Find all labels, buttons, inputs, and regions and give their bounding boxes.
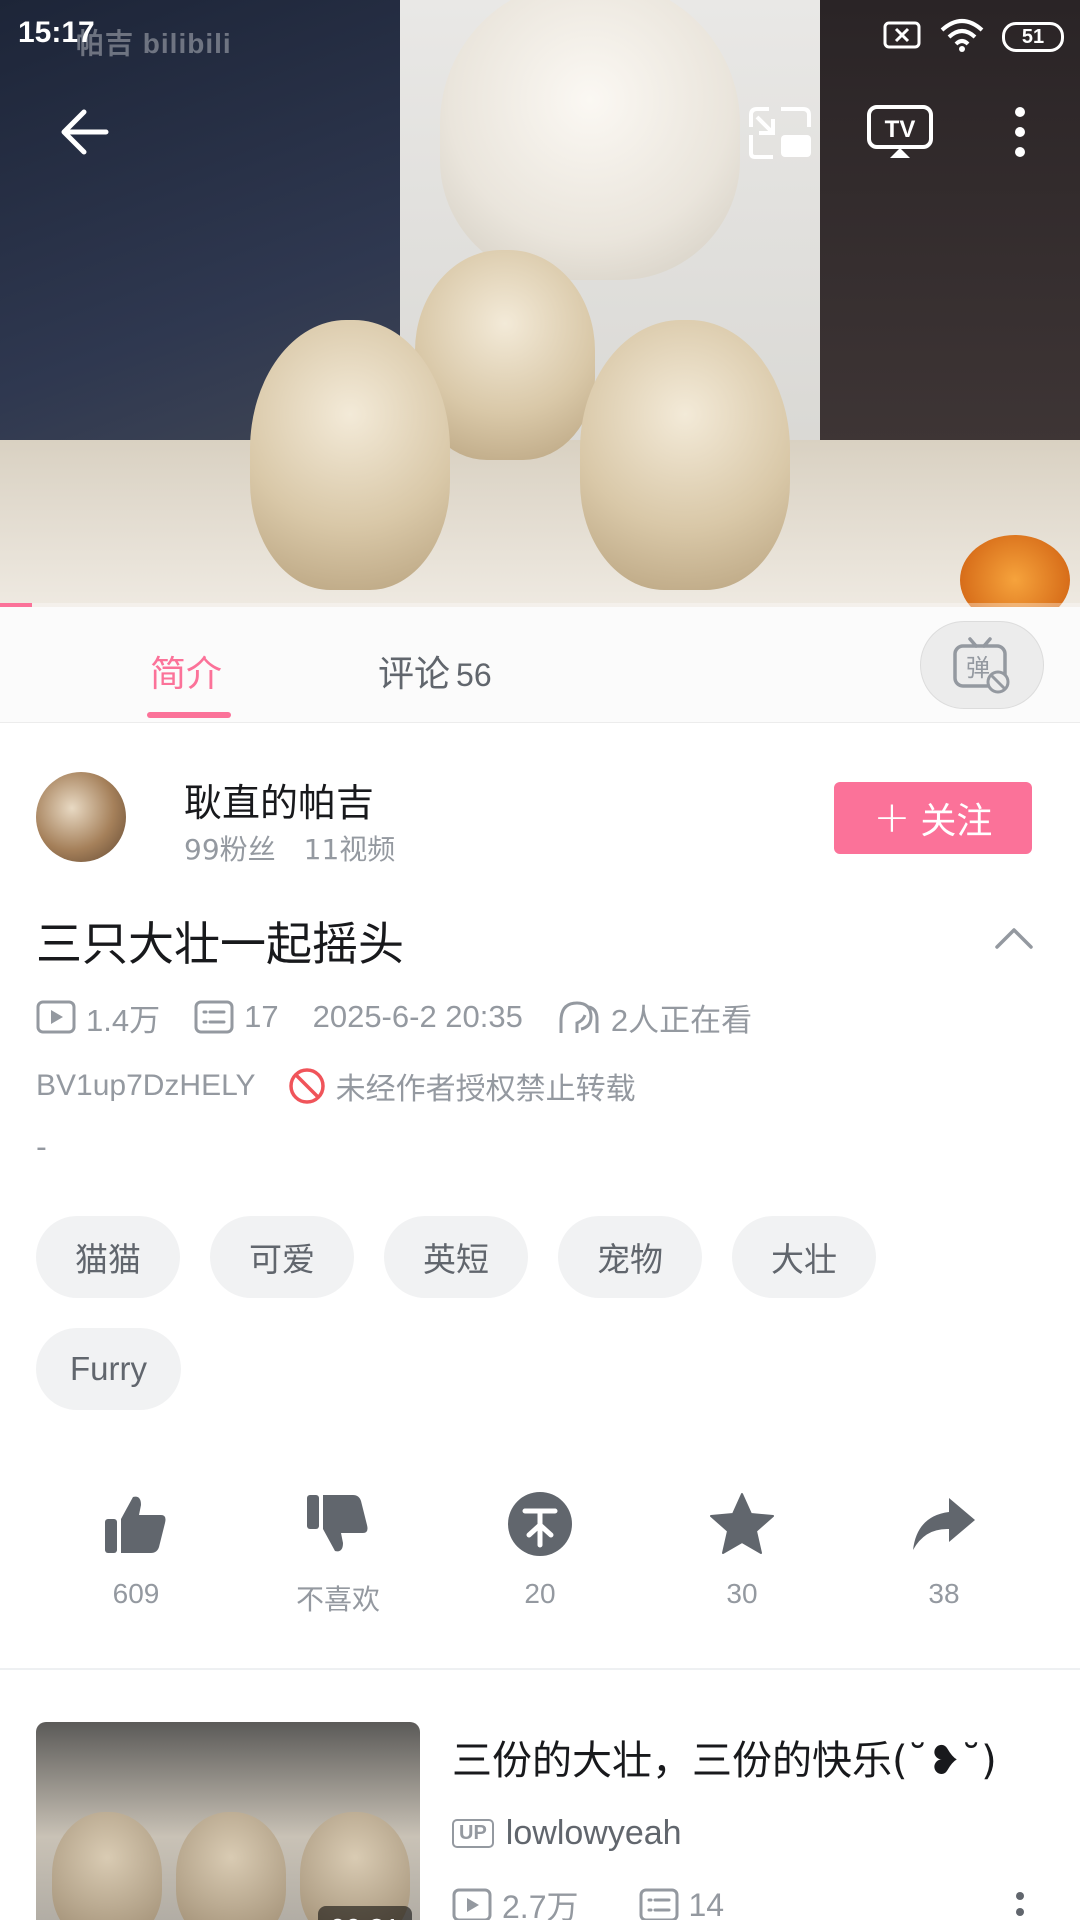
uploader-stats: 99粉丝 11视频	[184, 828, 395, 868]
watching-people-icon	[559, 1001, 599, 1033]
video-meta: 1.4万 17 2025-6-2 20:35 2人正在看	[36, 995, 786, 1039]
active-tab-indicator	[147, 712, 231, 718]
related-uploader-name: lowlowyeah	[505, 1814, 682, 1852]
up-badge-icon: UP	[452, 1819, 494, 1848]
follow-label: 关注	[920, 801, 993, 842]
status-time: 15:17	[18, 16, 95, 49]
uploader-info: 耿直的帕吉 99粉丝 11视频 + 关注	[0, 760, 1080, 870]
tag-chip[interactable]: 宠物	[558, 1216, 702, 1298]
related-danmaku-count: 14	[688, 1886, 725, 1920]
related-view-count: 2.7万	[502, 1889, 579, 1920]
share-arrow-icon	[913, 1498, 975, 1550]
related-duration: 00:31	[317, 1906, 412, 1920]
danmaku-label: 弹	[966, 654, 990, 682]
video-frame-cat	[250, 320, 450, 590]
copyright-notice: 未经作者授权禁止转载	[335, 1072, 636, 1107]
dislike-button[interactable]: 不喜欢	[268, 1488, 408, 1618]
video-player[interactable]: 帕吉 bilibili 15:17 51 TV	[0, 0, 1080, 607]
picture-in-picture-icon	[749, 107, 811, 159]
action-bar: 609 不喜欢 20 30 38	[0, 1488, 1080, 1618]
related-uploader: UP lowlowyeah	[452, 1814, 682, 1853]
related-video-card[interactable]: 00:31 三份的大壮，三份的快乐(˘❥˘) UP lowlowyeah 2.7…	[0, 1722, 1080, 1920]
status-bar: 15:17 51	[0, 0, 1080, 72]
video-description: -	[36, 1130, 47, 1165]
cast-tv-button[interactable]: TV	[864, 96, 936, 168]
back-arrow-icon	[61, 109, 109, 155]
favorite-button[interactable]: 30	[672, 1488, 812, 1610]
svg-text:TV: TV	[885, 116, 916, 143]
plus-icon: +	[873, 792, 911, 843]
tag-chip[interactable]: 英短	[384, 1216, 528, 1298]
related-title[interactable]: 三份的大壮，三份的快乐(˘❥˘)	[452, 1728, 1052, 1786]
detail-tab-bar: 简介 评论 56 弹	[0, 607, 1080, 723]
tab-intro[interactable]: 简介	[150, 645, 222, 697]
no-sim-icon	[882, 20, 922, 54]
video-detail-page: 帕吉 bilibili 15:17 51 TV 简介 评论 56 弹 耿直的帕吉…	[0, 0, 1080, 1920]
share-count: 38	[928, 1578, 960, 1609]
watching-count: 2人正在看	[610, 1002, 753, 1038]
tag-chip[interactable]: 猫猫	[36, 1216, 180, 1298]
tv-cast-icon: TV	[867, 105, 933, 158]
no-repost-icon	[288, 1068, 325, 1104]
danmaku-toggle-button[interactable]: 弹	[920, 621, 1044, 709]
more-vertical-icon	[1015, 107, 1025, 157]
tag-chip[interactable]: Furry	[36, 1328, 181, 1410]
tag-chip[interactable]: 大壮	[732, 1216, 876, 1298]
wifi-icon	[940, 18, 984, 56]
bvid[interactable]: BV1up7DzHELY	[36, 1069, 256, 1103]
chevron-up-icon	[995, 928, 1033, 949]
publish-time: 2025-6-2 20:35	[312, 999, 523, 1034]
uploader-fans: 99粉丝	[184, 833, 276, 866]
coin-count: 20	[524, 1578, 556, 1609]
small-window-button[interactable]	[744, 96, 816, 168]
video-title: 三只大壮一起摇头	[36, 917, 404, 971]
collapse-intro-button[interactable]	[990, 918, 1038, 958]
video-meta-secondary: BV1up7DzHELY 未经作者授权禁止转载	[36, 1064, 636, 1108]
like-button[interactable]: 609	[66, 1488, 206, 1610]
coin-icon	[508, 1492, 572, 1556]
related-stats: 2.7万 14	[452, 1882, 784, 1920]
play-count-icon	[452, 1888, 492, 1920]
thumbs-up-icon	[105, 1496, 166, 1553]
battery-indicator: 51	[1002, 22, 1064, 52]
uploader-video-count: 11视频	[303, 833, 396, 866]
related-thumbnail[interactable]: 00:31	[36, 1722, 420, 1920]
danmaku-count: 17	[244, 999, 279, 1034]
dislike-label: 不喜欢	[295, 1584, 380, 1615]
danmaku-count-icon	[194, 1000, 234, 1034]
play-count-icon	[36, 1000, 76, 1034]
danmaku-count-icon	[639, 1888, 678, 1920]
player-controls: TV	[0, 96, 1080, 168]
view-count: 1.4万	[86, 1002, 161, 1038]
favorite-count: 30	[726, 1578, 758, 1609]
coin-button[interactable]: 20	[470, 1488, 610, 1610]
video-frame-cat	[580, 320, 790, 590]
star-icon	[710, 1493, 774, 1554]
thumbs-down-icon	[307, 1495, 368, 1552]
comment-count: 56	[456, 657, 492, 693]
uploader-name[interactable]: 耿直的帕吉	[184, 772, 374, 827]
section-divider	[0, 1668, 1080, 1670]
follow-button[interactable]: + 关注	[834, 782, 1032, 854]
tag-list: 猫猫 可爱 英短 宠物 大壮 Furry	[36, 1216, 1046, 1410]
like-count: 609	[112, 1578, 160, 1609]
tab-comments-label: 评论	[378, 654, 451, 695]
share-button[interactable]: 38	[874, 1488, 1014, 1610]
tab-comments[interactable]: 评论 56	[378, 645, 492, 697]
back-button[interactable]	[48, 96, 120, 168]
danmaku-off-icon: 弹	[953, 637, 1010, 694]
uploader-avatar[interactable]	[36, 772, 126, 862]
more-options-icon[interactable]	[1006, 1892, 1034, 1920]
tag-chip[interactable]: 可爱	[210, 1216, 354, 1298]
more-options-button[interactable]	[984, 96, 1056, 168]
